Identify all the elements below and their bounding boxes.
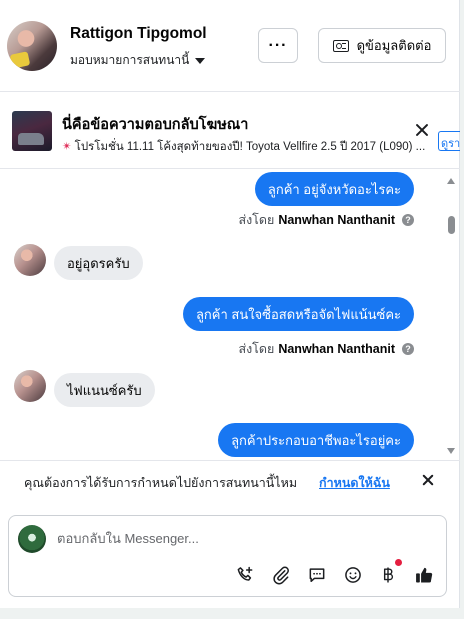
scrollbar-thumb[interactable]: [448, 216, 455, 234]
view-ad-link[interactable]: ดูรา: [438, 131, 460, 151]
sent-by-label: ส่งโดย Nanwhan Nanthanit ?: [238, 339, 414, 359]
caret-down-icon: [195, 57, 206, 64]
phone-add-icon: [237, 566, 253, 581]
outgoing-message: ลูกค้า สนใจซื้อสดหรือจัดไฟแน้นซ์คะ: [182, 297, 414, 331]
attach-file-button[interactable]: [270, 564, 292, 586]
page-avatar: [18, 525, 46, 553]
ad-subtitle-text: โปรโมชั่น 11.11 โค้งสุดท้ายของปี! Toyota…: [74, 141, 426, 153]
payment-button[interactable]: [377, 564, 399, 586]
sent-by-prefix: ส่งโดย: [238, 342, 275, 356]
assignment-prompt: คุณต้องการได้รับการกำหนดไปยังการสนทนานี้…: [0, 460, 460, 501]
contact-name[interactable]: Rattigon Tipgomol: [70, 25, 207, 43]
assignment-prompt-close-button[interactable]: [420, 472, 436, 488]
reply-composer: [8, 515, 447, 597]
message-list[interactable]: ลูกค้า อยู่จังหวัดอะไรคะ ส่งโดย Nanwhan …: [0, 170, 460, 460]
incoming-message: อยู่อุดรครับ: [54, 246, 143, 280]
sent-by-label: ส่งโดย Nanwhan Nanthanit ?: [238, 210, 414, 230]
view-contact-button[interactable]: ดูข้อมูลติดต่อ: [318, 28, 446, 63]
phone-add-button[interactable]: [234, 564, 256, 586]
ad-reply-subtitle: ✴ โปรโมชั่น 11.11 โค้งสุดท้ายของปี! Toyot…: [62, 138, 438, 156]
scroll-up-arrow-icon[interactable]: [447, 178, 455, 184]
ad-reply-banner: นี่คือข้อความตอบกลับโฆษณา ✴ โปรโมชั่น 11.…: [0, 93, 460, 169]
more-options-button[interactable]: ···: [258, 28, 298, 63]
ad-banner-close-button[interactable]: [414, 122, 432, 140]
saved-replies-button[interactable]: [306, 564, 328, 586]
chat-bubble-icon: [309, 568, 325, 582]
like-button[interactable]: [413, 564, 435, 586]
scroll-down-arrow-icon[interactable]: [447, 448, 455, 454]
notification-dot: [395, 559, 402, 566]
emoji-button[interactable]: [342, 564, 364, 586]
assign-label: มอบหมายการสนทนานี้: [70, 53, 190, 67]
ad-reply-title: นี่คือข้อความตอบกลับโฆษณา: [62, 117, 249, 133]
help-icon[interactable]: ?: [402, 214, 414, 226]
contact-avatar-small: [14, 244, 46, 276]
outgoing-message: ลูกค้าประกอบอาชีพอะไรอยู่คะ: [218, 423, 414, 457]
outgoing-message: ลูกค้า อยู่จังหวัดอะไรคะ: [254, 172, 414, 206]
paperclip-icon: [273, 566, 289, 585]
view-contact-label: ดูข้อมูลติดต่อ: [356, 38, 432, 53]
conversation-header: Rattigon Tipgomol มอบหมายการสนทนานี้ ···…: [0, 0, 460, 92]
assign-to-me-link[interactable]: กำหนดให้ฉัน: [319, 473, 390, 493]
contact-card-icon: [332, 39, 349, 52]
sent-by-prefix: ส่งโดย: [238, 213, 275, 227]
assignment-prompt-text: คุณต้องการได้รับการกำหนดไปยังการสนทนานี้…: [24, 476, 298, 490]
thumbs-up-icon: [416, 567, 433, 583]
conversation-panel: Rattigon Tipgomol มอบหมายการสนทนานี้ ···…: [0, 0, 460, 608]
close-icon: [420, 472, 436, 488]
baht-icon: [383, 567, 394, 583]
incoming-message: ไฟแนนซ์ครับ: [54, 373, 155, 407]
sender-name: Nanwhan Nanthanit: [278, 342, 395, 356]
ad-thumbnail[interactable]: [12, 111, 52, 151]
emoji-icon: [345, 567, 361, 583]
contact-avatar-small: [14, 370, 46, 402]
reply-input[interactable]: [57, 528, 427, 548]
contact-avatar[interactable]: [7, 21, 57, 71]
sender-name: Nanwhan Nanthanit: [278, 213, 395, 227]
sparkle-icon: ✴: [62, 141, 72, 153]
help-icon[interactable]: ?: [402, 343, 414, 355]
assign-dropdown[interactable]: มอบหมายการสนทนานี้: [70, 51, 206, 70]
close-icon: [414, 122, 430, 138]
